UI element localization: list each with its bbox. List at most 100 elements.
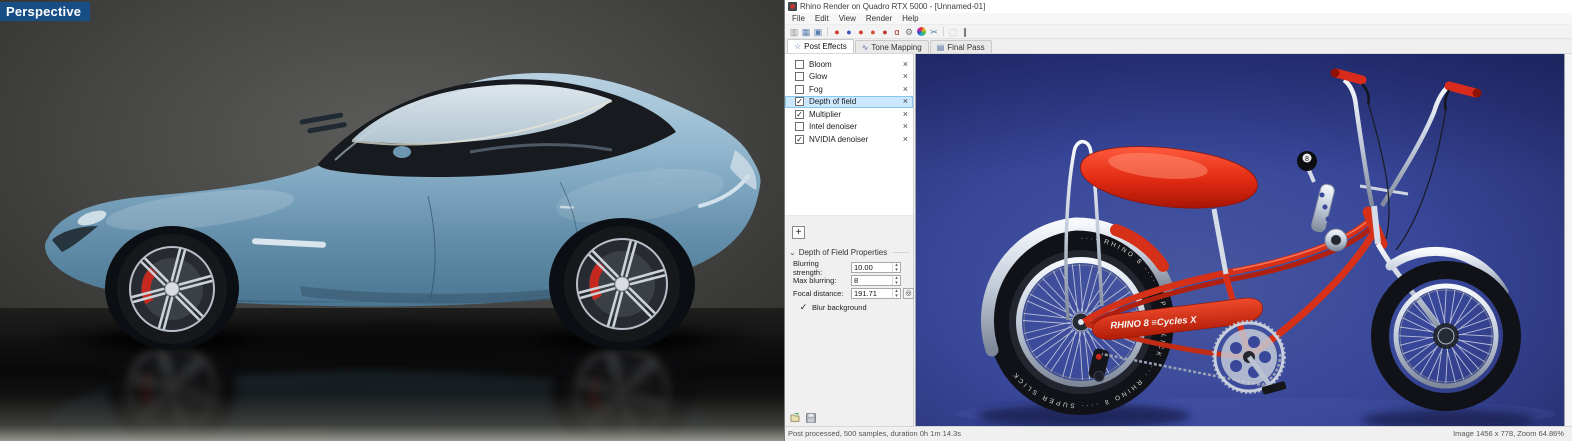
window-title: Rhino Render on Quadro RTX 5000 - [Unnam…	[800, 2, 986, 11]
remove-effect-button[interactable]: ×	[903, 134, 908, 144]
toolbar: ▥ ▦ ▣ ● ● ● ● ● α ⚙ ✂ ▢ ∥	[785, 25, 1572, 39]
effect-checkbox[interactable]	[795, 122, 804, 132]
tab-final-pass[interactable]: ▤ Final Pass	[929, 40, 992, 53]
effect-label: Depth of field	[809, 97, 857, 107]
car-render-viewport: Perspective	[0, 0, 784, 441]
eight-ball-label: 8	[1305, 156, 1309, 163]
remove-effect-button[interactable]: ×	[903, 59, 908, 69]
open-image-button[interactable]	[790, 413, 801, 423]
tab-post-effects[interactable]: ☆ Post Effects	[787, 39, 854, 53]
tab-label: Final Pass	[947, 42, 985, 52]
menu-view[interactable]: View	[834, 13, 861, 24]
rendered-image: ···· RHINO 8 ···· SUPER SLICK ···· RHINO…	[916, 54, 1564, 426]
prop-value: 191.71	[854, 289, 877, 298]
effect-checkbox[interactable]: ✓	[795, 109, 804, 119]
diffuse-pass-icon[interactable]: ●	[843, 26, 855, 38]
blur-background-checkbox[interactable]: ✓ Blur background	[799, 302, 909, 313]
tab-label: Post Effects	[804, 42, 847, 51]
effect-row-multiplier[interactable]: ✓ Multiplier ×	[785, 108, 913, 121]
remove-effect-button[interactable]: ×	[903, 109, 908, 119]
remove-effect-button[interactable]: ×	[903, 122, 908, 131]
open-folder-icon	[790, 413, 800, 422]
window-content: Bloom × Glow × Fog × ✓ Depth of field × ✓ Multipli…	[785, 54, 1572, 426]
effect-row-depth-of-field[interactable]: ✓ Depth of field ×	[785, 95, 913, 108]
settings-icon[interactable]: ⚙	[903, 26, 915, 38]
pause-icon[interactable]: ∥	[959, 26, 971, 38]
effect-label: Bloom	[809, 59, 832, 69]
prop-value-input[interactable]: 191.71 ▴ ▾	[851, 288, 901, 299]
viewport-title-label[interactable]: Perspective	[0, 2, 91, 21]
prop-value-input[interactable]: 10.00 ▴ ▾	[851, 262, 901, 273]
depth-of-field-properties: ⌄ Depth of Field Properties Blurring str…	[785, 248, 914, 313]
stop-icon[interactable]: ▢	[947, 26, 959, 38]
spinner-control[interactable]: ▴ ▾	[892, 263, 900, 272]
effect-checkbox[interactable]	[795, 84, 804, 94]
panel-footer	[790, 413, 816, 423]
effect-row-glow[interactable]: Glow ×	[785, 71, 913, 84]
collapse-chevron-icon: ⌄	[789, 247, 796, 257]
properties-rows: Blurring strength: 10.00 ▴ ▾ Max blurring: 8 ▴…	[789, 258, 914, 300]
menu-render[interactable]: Render	[861, 13, 897, 24]
prop-row-blurring-strength: Blurring strength: 10.00 ▴ ▾	[789, 258, 909, 277]
tab-tone-mapping-icon: ∿	[861, 42, 869, 52]
effect-checkbox[interactable]	[795, 72, 804, 82]
car-render-image	[0, 0, 784, 441]
tab-final-pass-icon: ▤	[936, 42, 945, 52]
rgb-pass-icon[interactable]: ●	[831, 26, 843, 38]
effect-row-nvidia-denoiser[interactable]: ✓ NVIDIA denoiser ×	[785, 133, 913, 146]
menu-file[interactable]: File	[787, 13, 810, 24]
prop-row-focal-distance: Focal distance: 191.71 ▴ ▾ ◎	[789, 287, 914, 300]
effect-label: Fog	[809, 84, 823, 94]
effect-row-intel-denoiser[interactable]: Intel denoiser ×	[785, 121, 913, 134]
properties-section-header[interactable]: ⌄ Depth of Field Properties	[789, 248, 909, 257]
rhino-render-window: Rhino Render on Quadro RTX 5000 - [Unnam…	[784, 0, 1572, 441]
header-rule	[893, 252, 909, 253]
remove-effect-button[interactable]: ×	[903, 84, 908, 94]
refraction-pass-icon[interactable]: ●	[879, 26, 891, 38]
render-result-viewport[interactable]: ···· RHINO 8 ···· SUPER SLICK ···· RHINO…	[914, 54, 1572, 426]
post-effect-toggle-icon[interactable]: ✂	[928, 26, 940, 38]
save-icon[interactable]: ▦	[800, 26, 812, 38]
spinner-control[interactable]: ▴ ▾	[892, 289, 900, 298]
effect-checkbox[interactable]: ✓	[795, 134, 804, 144]
alpha-pass-icon[interactable]: α	[891, 26, 903, 38]
effect-row-bloom[interactable]: Bloom ×	[785, 58, 913, 71]
pick-focal-distance-button[interactable]: ◎	[903, 288, 914, 299]
remove-effect-button[interactable]: ×	[903, 72, 908, 81]
effect-label: NVIDIA denoiser	[809, 134, 869, 144]
effect-checkbox[interactable]: ✓	[795, 97, 804, 107]
toolbar-separator	[943, 27, 944, 36]
status-left: Post processed, 500 samples, duration 0h…	[788, 429, 962, 438]
reflection-pass-icon[interactable]: ●	[867, 26, 879, 38]
menubar: File Edit View Render Help	[785, 13, 1572, 25]
effect-label: Multiplier	[809, 109, 842, 119]
post-effects-list: Bloom × Glow × Fog × ✓ Depth of field × ✓ Multipli…	[785, 54, 913, 216]
prop-label: Blurring strength:	[793, 258, 823, 277]
color-wheel-icon[interactable]	[917, 27, 926, 36]
toolbar-separator	[827, 27, 828, 36]
save-image-button[interactable]	[806, 413, 816, 423]
add-effect-button[interactable]: +	[792, 226, 805, 239]
effect-label: Intel denoiser	[809, 122, 858, 132]
menu-help[interactable]: Help	[897, 13, 923, 24]
render-window-icon[interactable]: ▥	[788, 26, 800, 38]
tabbar: ☆ Post Effects ∿ Tone Mapping ▤ Final Pass	[785, 39, 1572, 54]
spinner-control[interactable]: ▴ ▾	[892, 276, 900, 285]
effect-checkbox[interactable]	[795, 59, 804, 69]
copy-icon[interactable]: ▣	[812, 26, 824, 38]
floppy-save-icon	[806, 413, 816, 423]
titlebar: Rhino Render on Quadro RTX 5000 - [Unnam…	[785, 0, 1572, 13]
remove-effect-button[interactable]: ×	[903, 97, 908, 106]
tab-label: Tone Mapping	[871, 42, 922, 52]
menu-edit[interactable]: Edit	[810, 13, 834, 24]
effect-label: Glow	[809, 72, 828, 82]
tab-tone-mapping[interactable]: ∿ Tone Mapping	[854, 40, 929, 53]
prop-row-max-blurring: Max blurring: 8 ▴ ▾	[789, 274, 909, 287]
spin-down-icon: ▾	[895, 292, 898, 299]
prop-value-input[interactable]: 8 ▴ ▾	[851, 275, 901, 286]
tab-post-effects-icon: ☆	[794, 42, 802, 51]
specular-pass-icon[interactable]: ●	[855, 26, 867, 38]
status-right: Image 1456 x 778, Zoom 64.86%	[1453, 429, 1564, 438]
checkmark-icon: ✓	[799, 302, 808, 312]
effect-row-fog[interactable]: Fog ×	[785, 83, 913, 96]
